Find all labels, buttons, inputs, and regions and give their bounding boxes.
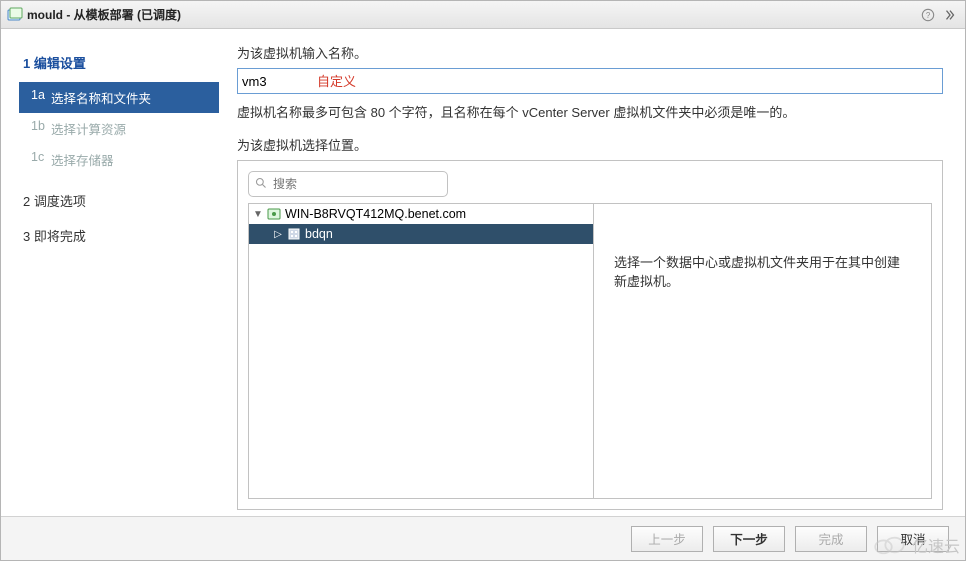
wizard-steps-sidebar: 1 编辑设置 1a 选择名称和文件夹 1b 选择计算资源 1c 选择存储器 2 [19, 43, 219, 516]
substep-number: 1b [31, 119, 45, 133]
help-icon[interactable]: ? [919, 6, 937, 24]
finish-button[interactable]: 完成 [795, 526, 867, 552]
search-row [248, 171, 932, 197]
tree-root-label: WIN-B8RVQT412MQ.benet.com [285, 207, 466, 221]
datacenter-icon [287, 227, 301, 241]
wizard-window: mould - 从模板部署 (已调度) ? 1 编辑设置 1a 选择名称和文件夹… [0, 0, 966, 561]
search-icon [255, 177, 267, 192]
wizard-footer: 上一步 下一步 完成 取消 [1, 516, 965, 560]
picker-body: ▼ WIN-B8RVQT412MQ.benet.com ▷ bdqn [248, 203, 932, 499]
vm-name-wrapper: 自定义 [237, 68, 943, 94]
step-label: 编辑设置 [34, 56, 86, 71]
expand-icon[interactable]: ▷ [273, 229, 283, 240]
location-picker: ▼ WIN-B8RVQT412MQ.benet.com ▷ bdqn [237, 160, 943, 510]
tree-child-row[interactable]: ▷ bdqn [249, 224, 593, 244]
vm-name-input[interactable] [237, 68, 943, 94]
tree-child-label: bdqn [305, 227, 333, 241]
substep-number: 1c [31, 150, 44, 164]
substep-1a[interactable]: 1a 选择名称和文件夹 [19, 82, 219, 113]
step-label: 即将完成 [34, 229, 86, 244]
step-1[interactable]: 1 编辑设置 [19, 47, 219, 78]
step-2: 2 调度选项 [19, 185, 219, 216]
search-input[interactable] [267, 177, 441, 191]
substep-1c: 1c 选择存储器 [19, 144, 219, 175]
step-label: 调度选项 [34, 194, 86, 209]
substep-label: 选择计算资源 [51, 123, 126, 137]
select-location-label: 为该虚拟机选择位置。 [237, 135, 943, 154]
step-3: 3 即将完成 [19, 220, 219, 251]
tree-root-row[interactable]: ▼ WIN-B8RVQT412MQ.benet.com [249, 204, 593, 224]
substep-1b: 1b 选择计算资源 [19, 113, 219, 144]
main-panel: 为该虚拟机输入名称。 自定义 虚拟机名称最多可包含 80 个字符，且名称在每个 … [219, 43, 947, 516]
detail-text: 选择一个数据中心或虚拟机文件夹用于在其中创建新虚拟机。 [614, 252, 911, 290]
window-title: mould - 从模板部署 (已调度) [27, 6, 181, 23]
substep-label: 选择存储器 [51, 154, 114, 168]
expand-icon[interactable] [941, 6, 959, 24]
vm-template-icon [7, 7, 23, 23]
next-button[interactable]: 下一步 [713, 526, 785, 552]
step-1-substeps: 1a 选择名称和文件夹 1b 选择计算资源 1c 选择存储器 [19, 82, 219, 175]
search-box[interactable] [248, 171, 448, 197]
collapse-icon[interactable]: ▼ [253, 209, 263, 220]
location-tree[interactable]: ▼ WIN-B8RVQT412MQ.benet.com ▷ bdqn [249, 204, 594, 498]
step-number: 2 [23, 194, 30, 209]
location-detail: 选择一个数据中心或虚拟机文件夹用于在其中创建新虚拟机。 [594, 204, 931, 498]
vcenter-icon [267, 207, 281, 221]
substep-label: 选择名称和文件夹 [51, 92, 151, 106]
character-hint: 虚拟机名称最多可包含 80 个字符，且名称在每个 vCenter Server … [237, 102, 943, 121]
svg-text:?: ? [926, 11, 931, 20]
enter-name-label: 为该虚拟机输入名称。 [237, 43, 943, 62]
step-number: 1 [23, 56, 30, 71]
content: 1 编辑设置 1a 选择名称和文件夹 1b 选择计算资源 1c 选择存储器 2 [1, 29, 965, 516]
substep-number: 1a [31, 88, 45, 102]
step-number: 3 [23, 229, 30, 244]
titlebar: mould - 从模板部署 (已调度) ? [1, 1, 965, 29]
cancel-button[interactable]: 取消 [877, 526, 949, 552]
back-button[interactable]: 上一步 [631, 526, 703, 552]
